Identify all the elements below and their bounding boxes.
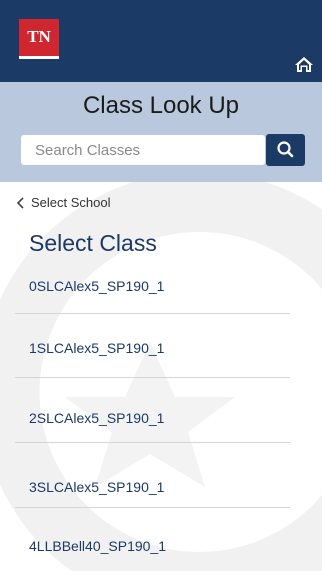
- chevron-left-icon: [17, 196, 24, 209]
- home-button[interactable]: [294, 54, 314, 74]
- search-icon: [277, 141, 294, 158]
- class-item[interactable]: 3SLCAlex5_SP190_1: [29, 479, 289, 495]
- search-button[interactable]: [266, 134, 305, 166]
- section-title: Select Class: [29, 230, 157, 256]
- divider: [15, 313, 290, 314]
- divider: [15, 377, 290, 378]
- class-item[interactable]: 4LLBBell40_SP190_1: [29, 538, 289, 554]
- search-bar: [21, 134, 305, 166]
- home-icon: [295, 57, 313, 72]
- top-bar: TN: [0, 0, 322, 82]
- tn-logo: TN: [19, 19, 59, 59]
- search-header: Class Look Up: [0, 82, 322, 182]
- divider: [15, 507, 290, 508]
- class-item[interactable]: 2SLCAlex5_SP190_1: [29, 410, 289, 426]
- back-to-select-school[interactable]: Select School: [17, 195, 111, 210]
- back-label: Select School: [31, 195, 111, 210]
- class-item[interactable]: 1SLCAlex5_SP190_1: [29, 340, 289, 356]
- content-area: Select School Select Class 0SLCAlex5_SP1…: [0, 182, 322, 571]
- class-item[interactable]: 0SLCAlex5_SP190_1: [29, 278, 289, 294]
- search-input[interactable]: [21, 135, 265, 165]
- divider: [15, 442, 290, 443]
- page-title: Class Look Up: [82, 92, 240, 119]
